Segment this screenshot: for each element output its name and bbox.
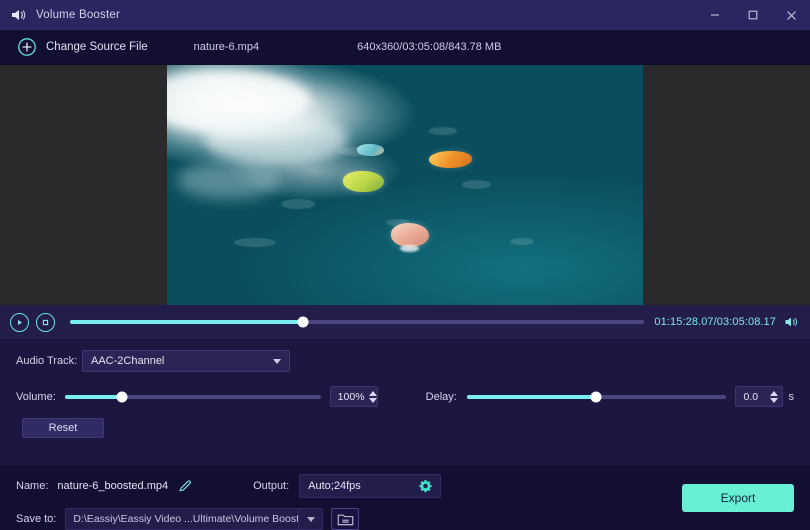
delay-slider[interactable] [466,391,727,402]
water-ripple [428,127,458,135]
volume-slider[interactable] [64,391,321,402]
name-label: Name: [16,480,49,492]
delay-value: 0.0 [743,390,759,403]
volume-booster-window: Volume Booster Change Source File nature… [0,0,810,530]
volume-numberbox[interactable]: 100% [329,386,378,407]
volume-slider-fill [64,394,123,399]
audio-track-label: Audio Track: [16,355,78,367]
save-path-value: D:\Eassiy\Eassiy Video ...Ultimate\Volum… [73,513,300,525]
reset-row: Reset [16,418,794,438]
minimize-button[interactable] [696,0,734,30]
export-button[interactable]: Export [682,484,794,512]
water-ripple [462,180,491,189]
audio-track-row: Audio Track: AAC-2Channel [16,350,794,372]
seek-slider[interactable] [70,316,645,328]
close-button[interactable] [772,0,810,30]
swimmer-float-orange [428,151,472,169]
swimmer-float-teal [357,144,384,157]
output-settings-panel: Name: nature-6_boosted.mp4 Output: Auto;… [0,465,810,530]
volume-label: Volume: [16,390,56,403]
gear-settings-icon[interactable] [418,479,433,494]
save-path-dropdown-button[interactable] [299,508,324,530]
swimmer-float-pink [390,223,429,248]
reset-label: Reset [48,422,78,434]
stepper-down-icon[interactable] [769,397,778,403]
video-frame [167,65,643,305]
output-label: Output: [253,480,290,492]
name-output-row: Name: nature-6_boosted.mp4 Output: Auto;… [16,465,794,498]
audio-track-value: AAC-2Channel [91,355,165,367]
stepper-down-icon[interactable] [368,397,377,403]
stepper-up-icon[interactable] [769,390,778,396]
delay-unit-label: s [788,390,795,403]
speaker-wave-icon[interactable] [784,314,800,330]
volume-slider-thumb[interactable] [116,391,128,402]
swimmer-float-yellow [343,170,384,193]
delay-stepper[interactable] [769,390,778,403]
maximize-button[interactable] [734,0,772,30]
title-bar: Volume Booster [0,0,810,30]
water-ripple [509,237,534,245]
pencil-edit-icon[interactable] [177,478,193,494]
water-ripple [233,237,277,248]
save-to-row: Save to: D:\Eassiy\Eassiy Video ...Ultim… [16,508,794,530]
change-source-file-button[interactable]: Change Source File [46,41,148,53]
seek-fill [70,320,303,324]
plus-circle-icon[interactable] [17,37,37,57]
export-label: Export [720,491,756,505]
video-preview-area[interactable] [0,65,810,305]
water-ripple [281,199,315,209]
reset-button[interactable]: Reset [22,418,104,438]
window-title: Volume Booster [36,9,120,21]
audio-track-select[interactable]: AAC-2Channel [82,350,290,372]
folder-open-icon [337,514,354,526]
output-format-value: Auto;24fps [308,480,361,492]
save-to-label: Save to: [16,513,57,525]
volume-value: 100% [337,390,365,403]
stop-button[interactable] [36,312,55,332]
browse-folder-button[interactable] [331,508,360,530]
delay-label: Delay: [425,390,457,403]
playback-bar: 01:15:28.07/03:05:08.17 [0,305,810,339]
source-file-bar: Change Source File nature-6.mp4 640x360/… [0,30,810,65]
source-file-meta: 640x360/03:05:08/843.78 MB [357,41,502,53]
water-foam [176,161,282,200]
water-foam [205,113,348,166]
audio-controls-panel: Audio Track: AAC-2Channel Volume: 100% D… [0,339,810,465]
water-splash [400,245,420,253]
source-file-name: nature-6.mp4 [193,41,260,53]
play-button[interactable] [10,312,29,332]
save-path-input[interactable]: D:\Eassiy\Eassiy Video ...Ultimate\Volum… [65,508,300,530]
delay-slider-fill [466,394,597,399]
volume-stepper[interactable] [368,390,377,403]
chevron-down-icon [306,516,315,522]
delay-numberbox[interactable]: 0.0 [735,386,783,407]
stepper-up-icon[interactable] [368,390,377,396]
time-readout: 01:15:28.07/03:05:08.17 [654,316,776,328]
seek-thumb[interactable] [297,316,309,328]
volume-delay-row: Volume: 100% Delay: 0.0 s [16,386,794,407]
chevron-down-icon [273,358,281,364]
delay-slider-thumb[interactable] [590,391,602,402]
output-file-name: nature-6_boosted.mp4 [57,480,169,492]
volume-speaker-icon [10,6,28,24]
window-controls [696,0,810,30]
output-format-box[interactable]: Auto;24fps [299,474,442,498]
